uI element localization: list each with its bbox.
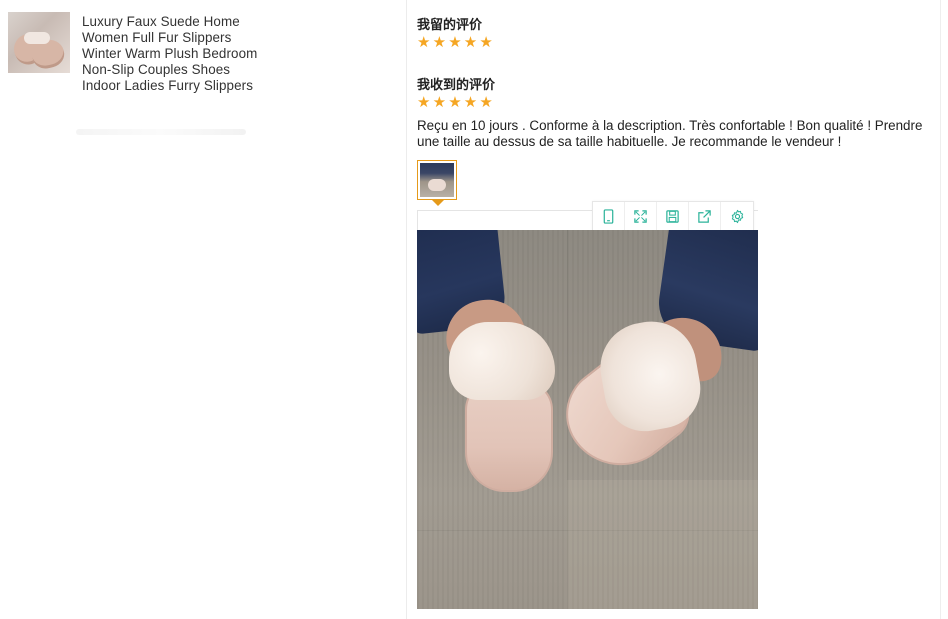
selected-caret-icon	[432, 200, 444, 206]
star-icon: ★	[479, 94, 493, 111]
column-divider	[406, 0, 407, 619]
fullscreen-button[interactable]	[625, 202, 657, 231]
save-icon	[666, 210, 679, 223]
share-icon	[698, 210, 711, 223]
star-icon: ★	[432, 34, 447, 51]
fullscreen-icon	[634, 210, 647, 223]
star-icon: ★	[448, 34, 462, 51]
star-icon: ★	[417, 94, 431, 111]
star-icon: ★	[432, 94, 447, 111]
review-page: Luxury Faux Suede Home Women Full Fur Sl…	[0, 0, 948, 619]
received-review-stars: ★ ★ ★ ★ ★	[417, 94, 494, 111]
product-title[interactable]: Luxury Faux Suede Home Women Full Fur Sl…	[82, 14, 262, 94]
review-photo-thumbnail[interactable]	[417, 160, 457, 200]
my-review-heading: 我留的评价	[417, 17, 483, 32]
image-viewer-toolbar	[592, 201, 754, 231]
right-border	[940, 0, 941, 619]
faint-placeholder-line	[76, 129, 246, 135]
my-review-stars: ★ ★ ★ ★ ★	[417, 34, 494, 51]
save-button[interactable]	[657, 202, 689, 231]
star-icon: ★	[463, 94, 478, 111]
settings-icon	[731, 209, 743, 224]
received-review-heading: 我收到的评价	[417, 77, 496, 92]
review-comment: Reçu en 10 jours . Conforme à la descrip…	[417, 118, 923, 149]
star-icon: ★	[479, 34, 493, 51]
settings-button[interactable]	[721, 202, 753, 231]
star-icon: ★	[417, 34, 431, 51]
star-icon: ★	[463, 34, 478, 51]
review-photo[interactable]	[417, 230, 758, 609]
phone-icon	[603, 209, 614, 224]
fur-cuff-left	[449, 322, 555, 400]
share-button[interactable]	[689, 202, 721, 231]
star-icon: ★	[448, 94, 462, 111]
phone-view-button[interactable]	[593, 202, 625, 231]
product-thumbnail[interactable]	[8, 12, 70, 73]
